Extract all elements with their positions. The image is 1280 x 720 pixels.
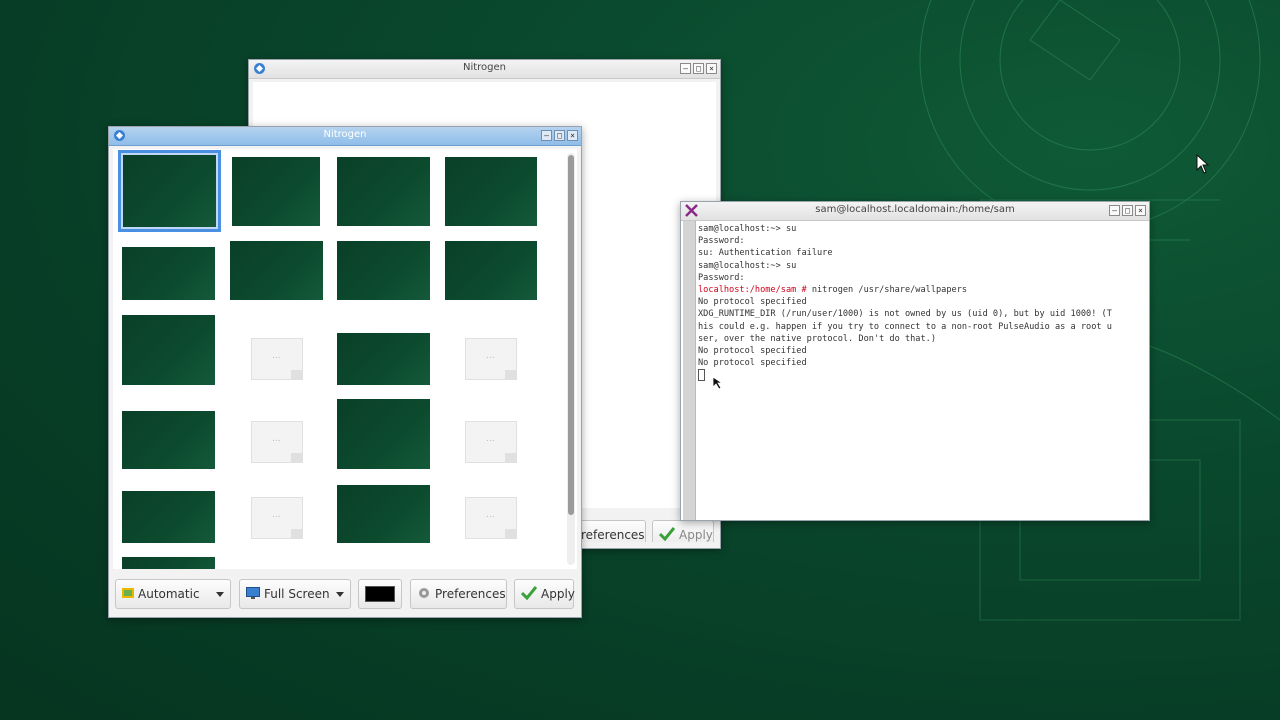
- apply-button[interactable]: Apply: [652, 520, 714, 542]
- wallpaper-thumbnail[interactable]: [337, 485, 430, 543]
- terminal-line: su: Authentication failure: [698, 248, 833, 259]
- apply-button[interactable]: Apply: [514, 579, 575, 609]
- wallpaper-thumbnail[interactable]: [230, 241, 323, 300]
- preferences-button[interactable]: references: [574, 520, 646, 542]
- chevron-down-icon: [216, 592, 224, 597]
- nitrogen-window-front[interactable]: Nitrogen – □ × ... ... ... ... ... ... A…: [108, 126, 582, 618]
- maximize-icon[interactable]: □: [554, 130, 565, 141]
- terminal-window[interactable]: sam@localhost.localdomain:/home/sam – □ …: [680, 201, 1150, 521]
- wallpaper-thumbnail[interactable]: [122, 491, 215, 543]
- titlebar[interactable]: sam@localhost.localdomain:/home/sam – □ …: [681, 202, 1149, 221]
- terminal-line: No protocol specified: [698, 346, 807, 357]
- loading-thumbnail-icon[interactable]: [251, 497, 303, 539]
- minimize-icon[interactable]: –: [541, 130, 552, 141]
- terminal-content[interactable]: sam@localhost:~> su Password: su: Authenti…: [681, 221, 1149, 520]
- window-title: Nitrogen: [323, 129, 367, 140]
- root-command: nitrogen /usr/share/wallpapers: [806, 285, 968, 296]
- close-icon[interactable]: ×: [567, 130, 578, 141]
- mouse-pointer-icon: [712, 376, 724, 390]
- wallpaper-thumbnail[interactable]: [122, 315, 215, 385]
- mouse-pointer-icon: [1196, 154, 1210, 174]
- minimize-icon[interactable]: –: [680, 63, 691, 74]
- monitor-icon: [246, 586, 260, 602]
- terminal-line: sam@localhost:~> su: [698, 224, 797, 234]
- wallpaper-thumbnail[interactable]: [337, 157, 430, 226]
- preferences-button[interactable]: Preferences: [410, 579, 507, 609]
- color-swatch: [365, 586, 395, 602]
- root-prompt: localhost:/home/sam #: [698, 285, 807, 296]
- terminal-line: sam@localhost:~> su: [698, 260, 797, 271]
- terminal-line: No protocol specified: [698, 297, 807, 308]
- terminal-line: Password:: [698, 272, 745, 283]
- terminal-scrollbar[interactable]: [683, 221, 696, 520]
- titlebar[interactable]: Nitrogen – □ ×: [249, 60, 720, 79]
- wallpaper-thumbnail[interactable]: [118, 150, 221, 232]
- wallpaper-thumbnail[interactable]: [337, 399, 430, 469]
- loading-thumbnail-icon[interactable]: [251, 338, 303, 380]
- loading-thumbnail-icon[interactable]: [465, 421, 517, 463]
- gear-icon: [417, 586, 431, 603]
- wallpaper-thumbnail[interactable]: [445, 157, 537, 226]
- background-color-button[interactable]: [358, 579, 402, 609]
- window-title: Nitrogen: [462, 62, 507, 73]
- terminal-output[interactable]: sam@localhost:~> su Password: su: Authenti…: [698, 223, 1147, 518]
- window-title: sam@localhost.localdomain:/home/sam: [815, 204, 1015, 215]
- toolbar: Automatic Full Screen Preferences Apply: [109, 571, 581, 617]
- terminal-line: localhost:/home/sam # nitrogen /usr/shar…: [698, 284, 1147, 296]
- loading-thumbnail-icon[interactable]: [251, 421, 303, 463]
- zoom-mode-dropdown[interactable]: Automatic: [115, 579, 231, 609]
- terminal-line: XDG_RUNTIME_DIR (/run/user/1000) is not …: [698, 309, 1112, 320]
- terminal-line: Password:: [698, 236, 745, 247]
- vertical-scrollbar[interactable]: [567, 153, 575, 565]
- checkmark-icon: [658, 526, 676, 543]
- wallpaper-grid[interactable]: [113, 149, 577, 569]
- wallpaper-thumbnail[interactable]: [122, 557, 215, 569]
- close-icon[interactable]: ×: [706, 63, 717, 74]
- terminal-line: ser, over the native protocol. Don't do …: [698, 333, 936, 344]
- wallpaper-thumbnail[interactable]: [337, 333, 430, 385]
- text-cursor: [698, 369, 705, 382]
- minimize-icon[interactable]: –: [1109, 205, 1120, 216]
- wallpaper-thumbnail[interactable]: [232, 157, 320, 226]
- terminal-line: his could e.g. happen if you try to conn…: [698, 321, 1112, 332]
- loading-thumbnail-icon[interactable]: [465, 338, 517, 380]
- maximize-icon[interactable]: □: [1122, 205, 1133, 216]
- close-icon[interactable]: ×: [1135, 205, 1146, 216]
- chevron-down-icon: [336, 592, 344, 597]
- loading-thumbnail-icon[interactable]: [465, 497, 517, 539]
- zoom-icon: [122, 587, 134, 601]
- wallpaper-thumbnail[interactable]: [122, 411, 215, 469]
- checkmark-icon: [520, 585, 538, 603]
- maximize-icon[interactable]: □: [693, 63, 704, 74]
- xinerama-dropdown[interactable]: Full Screen: [239, 579, 351, 609]
- wallpaper-thumbnail[interactable]: [445, 241, 537, 300]
- scrollbar-thumb[interactable]: [568, 155, 574, 515]
- wallpaper-thumbnail[interactable]: [122, 247, 215, 300]
- terminal-line: No protocol specified: [698, 358, 807, 369]
- titlebar[interactable]: Nitrogen – □ ×: [109, 127, 581, 146]
- wallpaper-thumbnail[interactable]: [337, 241, 430, 300]
